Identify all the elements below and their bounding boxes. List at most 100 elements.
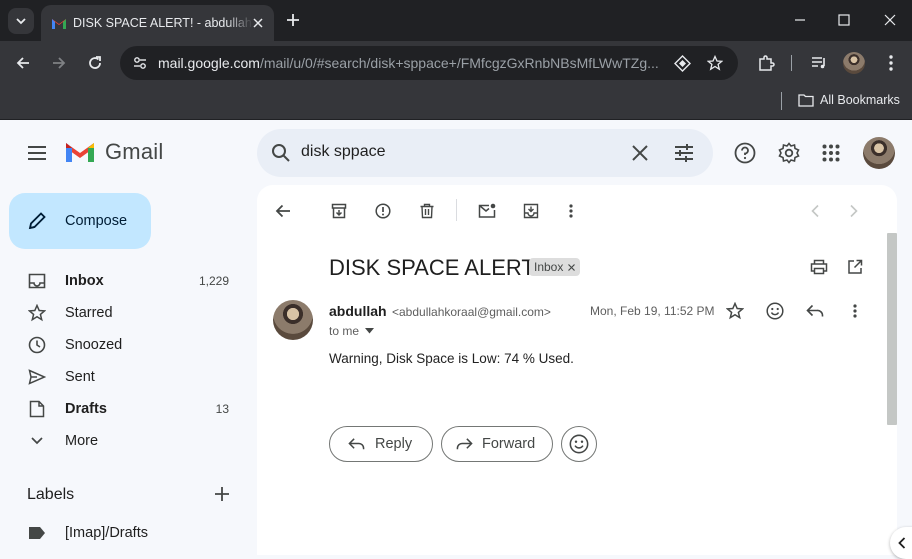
bookmarks-bar: All Bookmarks <box>0 85 912 120</box>
recipient-text: to me <box>329 324 360 338</box>
maximize-button[interactable] <box>830 8 858 32</box>
pencil-icon <box>28 212 46 230</box>
account-avatar[interactable] <box>863 137 895 169</box>
browser-tabstrip: DISK SPACE ALERT! - abdullahkoraal@gmail… <box>0 0 912 41</box>
chevron-left-icon <box>811 204 819 218</box>
message-date: Mon, Feb 19, 11:52 PM <box>590 304 715 318</box>
profile-avatar[interactable] <box>843 52 865 74</box>
emoji-reaction-button[interactable] <box>561 426 597 462</box>
google-apps-button[interactable] <box>819 141 843 165</box>
url-text: mail.google.com/mail/u/0/#search/disk+sp… <box>158 55 663 71</box>
add-reaction-button[interactable] <box>762 298 788 324</box>
message-body: Warning, Disk Space is Low: 74 % Used. <box>329 351 574 366</box>
forward-button[interactable] <box>47 51 71 75</box>
site-info-icon[interactable] <box>132 55 148 71</box>
reply-icon-button[interactable] <box>802 298 828 324</box>
all-bookmarks-button[interactable]: All Bookmarks <box>798 93 900 107</box>
recipient-details[interactable]: to me <box>329 324 375 338</box>
nav-label-more: More <box>65 433 99 449</box>
reply-button[interactable]: Reply <box>329 426 433 462</box>
forward-icon <box>456 438 473 450</box>
gear-icon <box>778 142 800 164</box>
reply-icon <box>806 304 824 317</box>
url-path: /mail/u/0/#search/disk+sppace+/FMfcgzGxR… <box>259 55 659 71</box>
reload-button[interactable] <box>83 51 107 75</box>
mark-unread-button[interactable] <box>474 198 500 224</box>
delete-button[interactable] <box>414 198 440 224</box>
close-window-button[interactable] <box>876 8 904 32</box>
address-bar[interactable]: mail.google.com/mail/u/0/#search/disk+sp… <box>120 46 738 80</box>
plus-icon <box>287 14 299 26</box>
forward-button[interactable]: Forward <box>441 426 553 462</box>
star-icon <box>726 302 744 320</box>
lens-icon[interactable] <box>674 55 691 72</box>
chevron-right-icon <box>850 204 858 218</box>
clear-search-icon[interactable] <box>628 141 652 165</box>
label-name: [Imap]/Drafts <box>65 525 148 541</box>
nav-item-drafts[interactable]: Drafts 13 <box>0 393 256 425</box>
browser-menu-button[interactable] <box>879 51 903 75</box>
message-more-button[interactable] <box>842 298 868 324</box>
create-label-button[interactable] <box>213 485 231 508</box>
reload-icon <box>89 56 101 69</box>
gmail-m-icon <box>66 143 94 162</box>
remove-label-icon[interactable] <box>568 263 576 271</box>
report-spam-button[interactable] <box>370 198 396 224</box>
nav-item-sent[interactable]: Sent <box>0 361 256 393</box>
star-button[interactable] <box>722 298 748 324</box>
search-input[interactable]: disk sppace <box>301 143 386 161</box>
support-button[interactable] <box>733 141 757 165</box>
media-control-button[interactable] <box>807 51 831 75</box>
print-button[interactable] <box>806 254 832 280</box>
nav-item-starred[interactable]: Starred <box>0 297 256 329</box>
search-icon[interactable] <box>269 141 293 165</box>
message-scrollbar[interactable] <box>887 233 897 425</box>
minimize-button[interactable] <box>786 8 814 32</box>
bookmark-star-icon[interactable] <box>707 55 723 71</box>
nav-item-inbox[interactable]: Inbox 1,229 <box>0 265 256 297</box>
tab-search-button[interactable] <box>8 8 34 34</box>
nav-label-drafts: Drafts <box>65 401 107 417</box>
older-button[interactable] <box>841 198 867 224</box>
draft-icon <box>27 399 47 419</box>
browser-tab-active[interactable]: DISK SPACE ALERT! - abdullahkoraal@gmail… <box>41 5 274 41</box>
label-item-imap-drafts[interactable]: [Imap]/Drafts <box>0 517 256 549</box>
back-to-list-button[interactable] <box>270 198 296 224</box>
gmail-header: Gmail disk sppace <box>0 121 912 185</box>
emoji-icon <box>569 434 589 454</box>
new-tab-button[interactable] <box>283 10 303 30</box>
inbox-label-chip[interactable]: Inbox <box>529 258 581 276</box>
search-options-icon[interactable] <box>672 141 696 165</box>
back-button[interactable] <box>11 51 35 75</box>
newer-button[interactable] <box>802 198 828 224</box>
sender-email: <abdullahkoraal@gmail.com> <box>392 305 551 319</box>
label-icon <box>27 523 47 543</box>
main-menu-button[interactable] <box>25 141 49 165</box>
nav-item-snoozed[interactable]: Snoozed <box>0 329 256 361</box>
archive-button[interactable] <box>326 198 352 224</box>
nav-label-sent: Sent <box>65 369 95 385</box>
send-icon <box>27 367 47 387</box>
tab-close-icon[interactable] <box>250 15 266 31</box>
extensions-button[interactable] <box>754 51 778 75</box>
bookmarks-divider <box>781 92 782 110</box>
settings-button[interactable] <box>777 141 801 165</box>
open-new-window-button[interactable] <box>842 254 868 280</box>
more-vert-icon <box>889 55 893 71</box>
gmail-logo[interactable]: Gmail <box>64 139 163 165</box>
forward-label: Forward <box>482 436 536 452</box>
search-bar[interactable]: disk sppace <box>257 129 713 177</box>
sender-avatar[interactable] <box>273 300 313 340</box>
minimize-icon <box>795 19 805 21</box>
nav-item-more[interactable]: More <box>0 425 256 457</box>
compose-button[interactable]: Compose <box>9 193 151 249</box>
clock-icon <box>27 335 47 355</box>
move-to-button[interactable] <box>518 198 544 224</box>
chevron-left-icon <box>898 537 906 549</box>
media-queue-icon <box>812 57 825 69</box>
more-actions-button[interactable] <box>558 198 584 224</box>
labels-heading: Labels <box>27 486 75 503</box>
sender-name[interactable]: abdullah <box>329 303 387 319</box>
plus-icon <box>215 487 229 501</box>
mark-unread-icon <box>478 203 496 218</box>
